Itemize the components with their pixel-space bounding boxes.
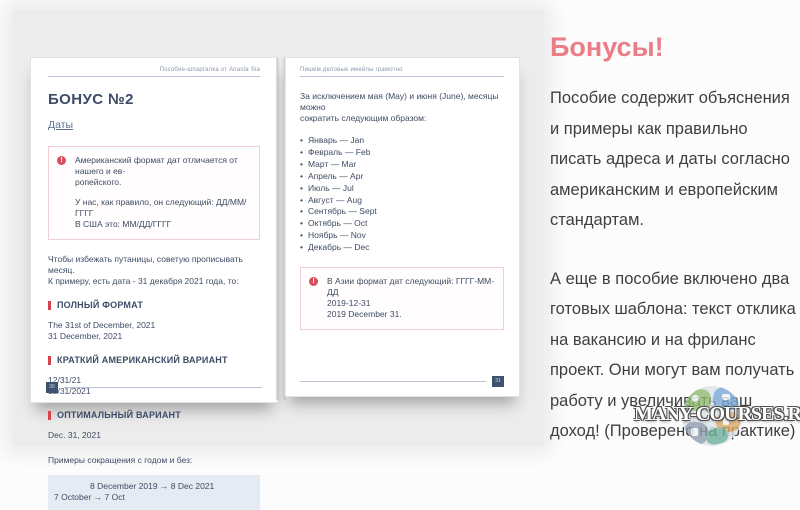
bullet-icon: • xyxy=(300,195,308,207)
month-label: Январь — Jan xyxy=(308,135,364,147)
red-bar-icon xyxy=(48,356,51,365)
bullet-icon: • xyxy=(300,159,308,171)
callout-text: В Азии формат дат следующий: ГГГГ-ММ-ДД xyxy=(327,276,495,298)
american-format-callout: ! Американский формат дат отличается от … xyxy=(48,146,260,240)
page-number-badge: 30 xyxy=(46,382,58,393)
footer-rule xyxy=(300,381,486,382)
date-example: 31 December, 2021 xyxy=(48,331,260,342)
warning-icon: ! xyxy=(57,156,66,165)
page-footer: 31 xyxy=(300,376,504,387)
month-list-item: •Январь — Jan xyxy=(300,135,504,147)
promo-paragraph: Пособие содержит объяснения и примеры ка… xyxy=(550,83,800,236)
month-label: Июль — Jul xyxy=(308,183,354,195)
date-example: Dec. 31, 2021 xyxy=(48,430,260,441)
callout-text: В США это: ММ/ДД/ГГГГ xyxy=(75,219,251,230)
month-list-item: •Сентябрь — Sept xyxy=(300,206,504,218)
example-line: 7 October → 7 Oct xyxy=(54,492,254,503)
bullet-icon: • xyxy=(300,171,308,183)
red-bar-icon xyxy=(48,301,51,310)
bullet-icon: • xyxy=(300,218,308,230)
warning-icon: ! xyxy=(309,277,318,286)
month-label: Август — Aug xyxy=(308,195,362,207)
examples-caption: Примеры сокращения с годом и без: xyxy=(48,455,260,466)
month-label: Ноябрь — Nov xyxy=(308,230,366,242)
callout-text: ропейского. xyxy=(75,177,251,188)
callout-text: 2019-12-31 xyxy=(327,298,495,309)
month-label: Декабрь — Dec xyxy=(308,242,369,254)
format-label: ОПТИМАЛЬНЫЙ ВАРИАНТ xyxy=(57,410,181,420)
bullet-icon: • xyxy=(300,206,308,218)
bullet-icon: • xyxy=(300,230,308,242)
month-list-item: •Февраль — Feb xyxy=(300,147,504,159)
month-list-item: •Декабрь — Dec xyxy=(300,242,504,254)
month-list-item: •Октябрь — Oct xyxy=(300,218,504,230)
month-list-item: •Март — Mar xyxy=(300,159,504,171)
date-example: The 31st of December, 2021 xyxy=(48,320,260,331)
booklet-right-page: Пишем деловые имейлы грамотно За исключе… xyxy=(284,57,520,397)
month-label: Апрель — Apr xyxy=(308,171,363,183)
intro-text: сократить следующим образом: xyxy=(300,113,504,124)
format-heading-full: ПОЛНЫЙ ФОРМАТ xyxy=(48,300,260,310)
red-bar-icon xyxy=(48,411,51,420)
bullet-icon: • xyxy=(300,183,308,195)
promo-title: Бонусы! xyxy=(550,32,800,63)
format-label: ПОЛНЫЙ ФОРМАТ xyxy=(57,300,143,310)
page-number-badge: 31 xyxy=(492,376,504,387)
globe-detail xyxy=(692,395,699,402)
bullet-icon: • xyxy=(300,135,308,147)
globe-detail xyxy=(691,428,698,436)
month-abbreviation-list: •Январь — Jan•Февраль — Feb•Март — Mar•А… xyxy=(300,135,504,254)
format-heading-short: КРАТКИЙ АМЕРИКАНСКИЙ ВАРИАНТ xyxy=(48,355,260,365)
month-list-item: •Апрель — Apr xyxy=(300,171,504,183)
watermark-text: MANY-COURSES.RU xyxy=(634,403,800,426)
callout-text: Американский формат дат отличается от на… xyxy=(75,155,251,177)
page-running-header: Пособие-шпаргалка от Anasta Sia xyxy=(48,67,260,77)
abbreviation-example-box: 8 December 2019 → 8 Dec 2021 7 October →… xyxy=(48,475,260,510)
callout-text: 2019 December 31. xyxy=(327,309,495,320)
globe-detail xyxy=(722,394,730,400)
month-list-item: •Август — Aug xyxy=(300,195,504,207)
month-label: Октябрь — Oct xyxy=(308,218,367,230)
intro-text: Чтобы избежать путаницы, советую прописы… xyxy=(48,254,260,276)
format-label: КРАТКИЙ АМЕРИКАНСКИЙ ВАРИАНТ xyxy=(57,355,228,365)
month-list-item: •Июль — Jul xyxy=(300,183,504,195)
footer-rule xyxy=(64,387,262,388)
bonus-title: БОНУС №2 xyxy=(48,91,260,108)
booklet-left-page: Пособие-шпаргалка от Anasta Sia БОНУС №2… xyxy=(30,57,278,403)
month-label: Февраль — Feb xyxy=(308,147,370,159)
many-courses-logo: MANY-COURSES.RU xyxy=(634,384,800,452)
callout-text: У нас, как правило, он следующий: ДД/ММ/… xyxy=(75,197,251,219)
format-heading-optimal: ОПТИМАЛЬНЫЙ ВАРИАНТ xyxy=(48,410,260,420)
intro-text: К примеру, есть дата - 31 декабря 2021 г… xyxy=(48,276,260,287)
bullet-icon: • xyxy=(300,147,308,159)
intro-text: За исключением мая (May) и июня (June), … xyxy=(300,91,504,113)
dates-link[interactable]: Даты xyxy=(48,119,73,131)
spacer xyxy=(75,188,251,197)
month-label: Март — Mar xyxy=(308,159,356,171)
month-label: Сентябрь — Sept xyxy=(308,206,377,218)
page-footer: 30 xyxy=(46,382,262,393)
bullet-icon: • xyxy=(300,242,308,254)
book-spine-shadow xyxy=(276,58,286,400)
example-line: 8 December 2019 → 8 Dec 2021 xyxy=(54,481,254,492)
page-running-header: Пишем деловые имейлы грамотно xyxy=(300,67,504,77)
asia-format-callout: ! В Азии формат дат следующий: ГГГГ-ММ-Д… xyxy=(300,267,504,330)
month-list-item: •Ноябрь — Nov xyxy=(300,230,504,242)
